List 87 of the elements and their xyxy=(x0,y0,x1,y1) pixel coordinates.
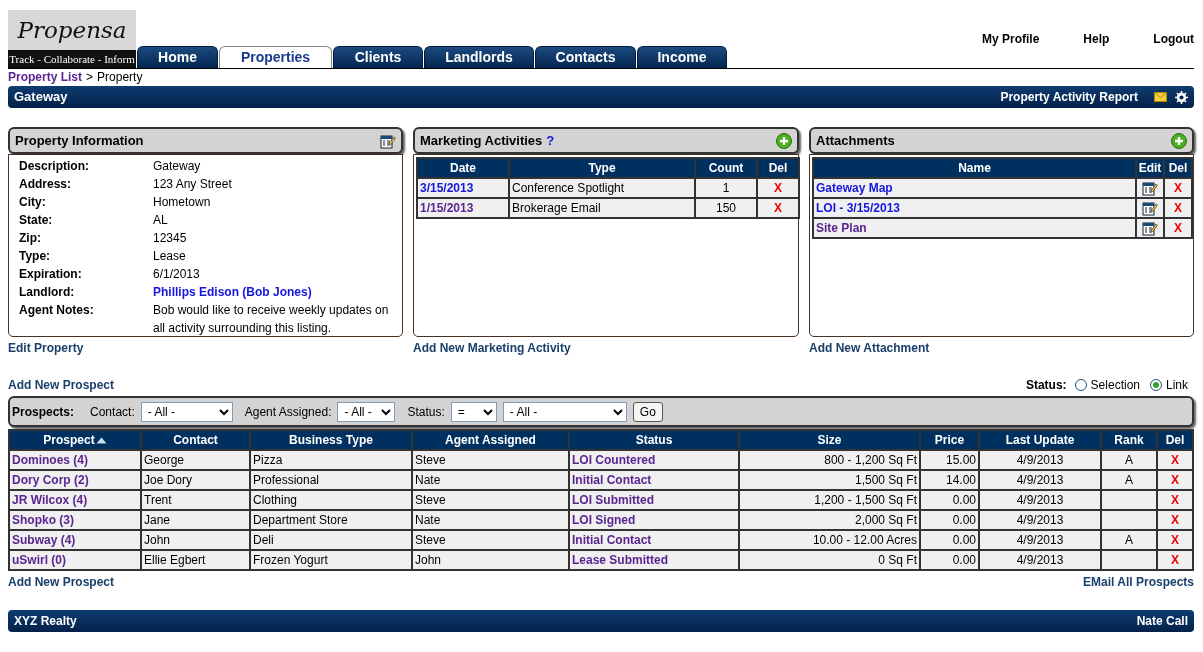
help-link[interactable]: ? xyxy=(546,130,555,151)
breadcrumb-separator: > xyxy=(86,69,94,86)
field-label: Expiration: xyxy=(18,266,83,283)
edit-icon[interactable] xyxy=(1142,220,1158,236)
field-label: Description: xyxy=(18,158,90,175)
add-attachment-link[interactable]: Add New Attachment xyxy=(809,339,930,357)
field-value: Hometown xyxy=(153,195,211,209)
column-header: Count xyxy=(695,158,757,178)
field-label: State: xyxy=(18,212,54,229)
field-label: City: xyxy=(18,194,47,211)
gear-icon[interactable] xyxy=(1175,90,1188,104)
add-icon[interactable] xyxy=(1171,132,1187,149)
field-label: Address: xyxy=(18,176,72,193)
filter-label: Agent Assigned: xyxy=(244,403,332,421)
column-header[interactable]: Agent Assigned xyxy=(412,430,569,450)
field-value: Bob would like to receive weekly updates on all activity surrounding this listing. xyxy=(153,303,389,335)
column-header: Type xyxy=(509,158,695,178)
logo-name: Propensa xyxy=(8,10,136,50)
column-header: Del xyxy=(757,158,799,178)
breadcrumb-current: Property xyxy=(97,69,143,86)
agent-dropdown[interactable]: - All - xyxy=(337,401,396,422)
breadcrumb-link[interactable]: Property List xyxy=(8,69,82,86)
column-header[interactable]: Del xyxy=(1157,430,1193,450)
column-header[interactable]: Rank xyxy=(1101,430,1157,450)
status-dropdown[interactable]: - All - xyxy=(502,401,627,422)
nav-tab[interactable]: Income xyxy=(637,46,727,68)
field-value: 123 Any Street xyxy=(153,177,232,191)
column-header[interactable]: Last Update xyxy=(979,430,1101,450)
field-value: 12345 xyxy=(153,231,187,245)
nav-link[interactable]: My Profile xyxy=(981,30,1040,48)
field-value: Gateway xyxy=(153,159,201,173)
company-name: XYZ Realty xyxy=(14,613,77,630)
filter-label: Contact: xyxy=(90,403,135,421)
edit-icon[interactable] xyxy=(380,132,396,149)
add-marketing-activity-link[interactable]: Add New Marketing Activity xyxy=(413,339,571,357)
field-label: Landlord: xyxy=(18,284,76,301)
sort-up-icon[interactable] xyxy=(95,437,107,445)
user-name: Nate Call xyxy=(1136,613,1188,630)
attachment-link[interactable]: Site Plan xyxy=(816,221,867,235)
radio-label: Selection xyxy=(1090,377,1140,394)
page-title: Gateway xyxy=(14,88,68,107)
field-label: Agent Notes: xyxy=(18,302,95,319)
status-label: Status: xyxy=(1025,377,1067,394)
edit-icon[interactable] xyxy=(1142,180,1158,196)
nav-link[interactable]: Help xyxy=(1083,30,1110,48)
column-header[interactable]: Contact xyxy=(141,430,250,450)
email-all-link[interactable]: EMail All Prospects xyxy=(1083,573,1194,591)
column-header: Date xyxy=(417,158,509,178)
column-header[interactable]: Price xyxy=(920,430,979,450)
field-value: AL xyxy=(153,213,168,227)
nav-tab[interactable]: Clients xyxy=(333,46,423,68)
column-header[interactable]: Status xyxy=(569,430,739,450)
nav-tab[interactable]: Properties xyxy=(219,46,332,68)
radio-button[interactable] xyxy=(1074,379,1087,391)
nav-tab[interactable]: Home xyxy=(137,46,218,68)
attachment-link[interactable]: LOI - 3/15/2013 xyxy=(816,201,901,215)
report-link[interactable]: Property Activity Report xyxy=(1000,88,1138,106)
field-value: 6/1/2013 xyxy=(153,267,200,281)
filter-label: Prospects: xyxy=(12,403,75,421)
go-button[interactable]: Go xyxy=(632,401,663,422)
contact-dropdown[interactable]: - All - xyxy=(140,401,233,422)
nav-tab[interactable]: Landlords xyxy=(424,46,534,68)
radio-label: Link xyxy=(1166,377,1188,394)
column-header[interactable]: Business Type xyxy=(250,430,412,450)
column-header: Edit xyxy=(1136,158,1164,178)
column-header[interactable]: Prospect xyxy=(9,430,141,450)
nav-link[interactable]: Logout xyxy=(1153,30,1194,48)
field-label: Zip: xyxy=(18,230,42,247)
field-label: Type: xyxy=(18,248,52,265)
filter-label: Status: xyxy=(407,403,445,421)
panel-title: Attachments xyxy=(816,131,895,150)
panel-title: Marketing Activities xyxy=(420,131,543,150)
radio-button[interactable] xyxy=(1150,379,1162,391)
column-header: Name xyxy=(813,158,1136,178)
attachment-link[interactable]: Gateway Map xyxy=(816,181,893,195)
column-header[interactable]: Size xyxy=(739,430,920,450)
add-prospect-link[interactable]: Add New Prospect xyxy=(8,573,115,591)
column-header: Del xyxy=(1164,158,1192,178)
landlord-link[interactable]: Phillips Edison (Bob Jones) xyxy=(153,285,312,299)
panel-title: Property Information xyxy=(15,131,144,150)
field-value: Lease xyxy=(153,249,186,263)
nav-tab[interactable]: Contacts xyxy=(535,46,636,68)
edit-icon[interactable] xyxy=(1142,200,1158,216)
edit-property-link[interactable]: Edit Property xyxy=(8,339,84,357)
add-prospect-link[interactable]: Add New Prospect xyxy=(8,376,115,394)
operator-dropdown[interactable]: = xyxy=(450,401,497,422)
add-icon[interactable] xyxy=(776,132,792,149)
